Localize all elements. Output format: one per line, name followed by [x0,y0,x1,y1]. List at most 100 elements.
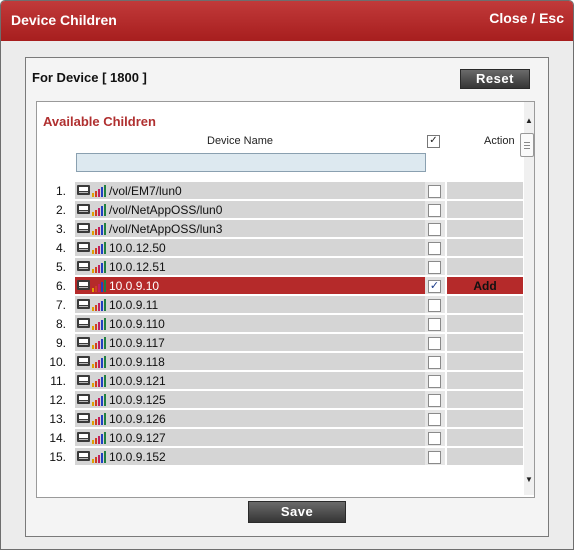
table-row[interactable]: 15. 10.0.9.152 [37,447,523,466]
device-icon [77,184,109,197]
action-cell [447,334,523,351]
device-icon [77,336,109,349]
action-cell [447,391,523,408]
action-cell [447,448,523,465]
scroll-up-icon[interactable]: ▲ [525,116,533,125]
device-name[interactable]: 10.0.9.118 [109,355,165,369]
device-icon [77,298,109,311]
device-icon [77,203,109,216]
device-label: For Device [ 1800 ] [32,70,147,85]
row-checkbox[interactable] [428,261,441,274]
device-name[interactable]: 10.0.9.125 [109,393,166,407]
table-row[interactable]: 13. 10.0.9.126 [37,409,523,428]
device-name[interactable]: /vol/EM7/lun0 [109,184,182,198]
row-checkbox[interactable] [428,242,441,255]
table-row[interactable]: 4. 10.0.12.50 [37,238,523,257]
row-number: 2. [55,203,66,217]
device-name[interactable]: /vol/NetAppOSS/lun0 [109,203,222,217]
save-button[interactable]: Save [248,501,346,523]
device-children-dialog: Device Children Close / Esc For Device [… [0,0,574,550]
row-number: 13. [49,412,66,426]
row-checkbox[interactable] [428,356,441,369]
device-icon [77,317,109,330]
row-checkbox[interactable] [428,375,441,388]
column-header-device-name[interactable]: Device Name [207,135,273,147]
device-icon [77,355,109,368]
scroll-down-icon[interactable]: ▼ [525,475,533,484]
children-rows: 1. /vol/EM7/lun0 2. /vol/NetAppOSS/lun0 3. /v… [37,181,523,466]
device-name[interactable]: 10.0.9.110 [109,317,165,331]
action-label[interactable]: Add [447,279,523,293]
action-cell [447,201,523,218]
table-row[interactable]: 9. 10.0.9.117 [37,333,523,352]
row-checkbox[interactable] [428,394,441,407]
table-row[interactable]: 11. 10.0.9.121 [37,371,523,390]
dialog-title: Device Children [11,12,117,28]
device-name[interactable]: 10.0.9.11 [109,298,158,312]
table-row[interactable]: 14. 10.0.9.127 [37,428,523,447]
device-name[interactable]: 10.0.9.126 [109,412,166,426]
row-checkbox[interactable] [428,337,441,350]
row-checkbox[interactable] [428,413,441,426]
select-all-checkbox[interactable]: ✓ [427,135,440,148]
row-checkbox[interactable]: ✓ [428,280,441,293]
action-cell [447,410,523,427]
row-checkbox[interactable] [428,223,441,236]
device-name[interactable]: 10.0.9.127 [109,431,166,445]
list-scrollbar[interactable]: ▲ ▼ [520,102,534,495]
device-icon [77,222,109,235]
row-checkbox[interactable] [428,299,441,312]
device-name-filter-input[interactable] [76,153,426,172]
device-icon [77,241,109,254]
device-icon [77,279,109,292]
row-number: 15. [49,450,66,464]
dialog-titlebar: Device Children Close / Esc [1,1,573,41]
action-cell [447,296,523,313]
row-number: 6. [55,279,66,293]
device-icon [77,431,109,444]
action-cell [447,220,523,237]
device-name[interactable]: /vol/NetAppOSS/lun3 [109,222,222,236]
table-row[interactable]: 7. 10.0.9.11 [37,295,523,314]
row-checkbox[interactable] [428,432,441,445]
row-number: 8. [55,317,66,331]
table-row[interactable]: 10. 10.0.9.118 [37,352,523,371]
table-row[interactable]: 6. 10.0.9.10 ✓ Add [37,276,523,295]
close-button[interactable]: Close / Esc [489,10,564,26]
device-icon [77,450,109,463]
table-row[interactable]: 3. /vol/NetAppOSS/lun3 [37,219,523,238]
device-icon [77,393,109,406]
reset-button[interactable]: Reset [460,69,530,89]
action-cell [447,182,523,199]
device-name[interactable]: 10.0.9.121 [109,374,166,388]
table-row[interactable]: 8. 10.0.9.110 [37,314,523,333]
row-number: 14. [49,431,66,445]
table-row[interactable]: 12. 10.0.9.125 [37,390,523,409]
row-number: 10. [49,355,66,369]
table-row[interactable]: 5. 10.0.12.51 [37,257,523,276]
row-checkbox[interactable] [428,204,441,217]
scroll-thumb[interactable] [520,133,534,157]
table-row[interactable]: 1. /vol/EM7/lun0 [37,181,523,200]
action-cell [447,239,523,256]
device-icon [77,412,109,425]
action-cell [447,429,523,446]
device-name[interactable]: 10.0.9.10 [109,279,159,293]
row-number: 5. [55,260,66,274]
row-number: 3. [55,222,66,236]
device-name[interactable]: 10.0.9.117 [109,336,165,350]
device-name[interactable]: 10.0.12.50 [109,241,166,255]
row-checkbox[interactable] [428,451,441,464]
device-name[interactable]: 10.0.12.51 [109,260,166,274]
device-panel: For Device [ 1800 ] Reset Available Chil… [25,57,549,537]
device-icon [77,374,109,387]
action-cell [447,372,523,389]
action-cell [447,353,523,370]
action-cell [447,315,523,332]
table-row[interactable]: 2. /vol/NetAppOSS/lun0 [37,200,523,219]
device-name[interactable]: 10.0.9.152 [109,450,166,464]
row-checkbox[interactable] [428,318,441,331]
row-number: 9. [55,336,66,350]
row-checkbox[interactable] [428,185,441,198]
row-number: 11. [50,374,66,388]
